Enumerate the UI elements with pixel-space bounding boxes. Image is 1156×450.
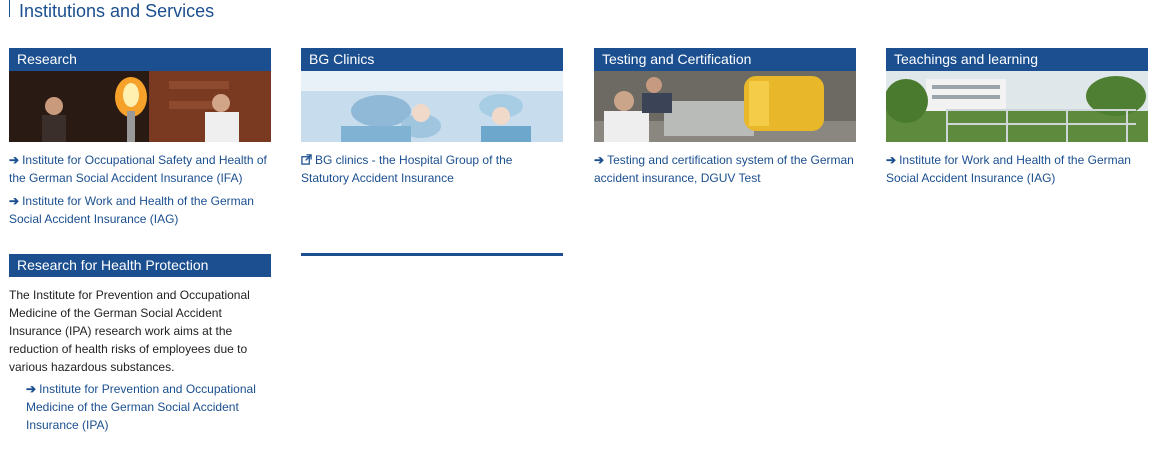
link-bg-clinics[interactable]: BG clinics - the Hospital Group of the S… xyxy=(301,151,563,187)
card-header-bg-clinics: BG Clinics xyxy=(301,48,563,71)
card-bg-clinics: BG Clinics BG clinics - the Hospital Gro… xyxy=(301,48,563,192)
health-description: The Institute for Prevention and Occupat… xyxy=(9,288,250,374)
card-header-testing: Testing and Certification xyxy=(594,48,856,71)
card-teachings: Teachings and learning ➔ Institute for Wo… xyxy=(886,48,1148,192)
link-dguv-test[interactable]: ➔ Testing and certification system of the… xyxy=(594,151,856,187)
arrow-right-icon: ➔ xyxy=(9,153,20,167)
section-title: Institutions and Services xyxy=(9,0,214,21)
bg-clinics-image xyxy=(301,71,563,142)
link-ifa[interactable]: ➔ Institute for Occupational Safety and H… xyxy=(9,151,271,187)
card-header-teachings: Teachings and learning xyxy=(886,48,1148,71)
arrow-right-icon: ➔ xyxy=(26,382,37,396)
link-iag-teachings[interactable]: ➔ Institute for Work and Health of the Ge… xyxy=(886,151,1148,187)
card-header-health: Research for Health Protection xyxy=(9,254,271,277)
card-header-research: Research xyxy=(9,48,271,71)
card-research: Research ➔ Institute for Occupational Saf… xyxy=(9,48,271,233)
external-link-icon xyxy=(301,154,312,165)
arrow-right-icon: ➔ xyxy=(594,153,605,167)
card-health-protection: Research for Health Protection The Insti… xyxy=(9,254,271,439)
card-testing: Testing and Certification ➔ Testing and c… xyxy=(594,48,856,192)
link-ipa[interactable]: ➔ Institute for Prevention and Occupation… xyxy=(26,380,271,434)
testing-image xyxy=(594,71,856,142)
arrow-right-icon: ➔ xyxy=(9,194,20,208)
research-image xyxy=(9,71,271,142)
section-divider xyxy=(301,253,563,256)
teachings-image xyxy=(886,71,1148,142)
arrow-right-icon: ➔ xyxy=(886,153,897,167)
link-iag[interactable]: ➔ Institute for Work and Health of the Ge… xyxy=(9,192,271,228)
